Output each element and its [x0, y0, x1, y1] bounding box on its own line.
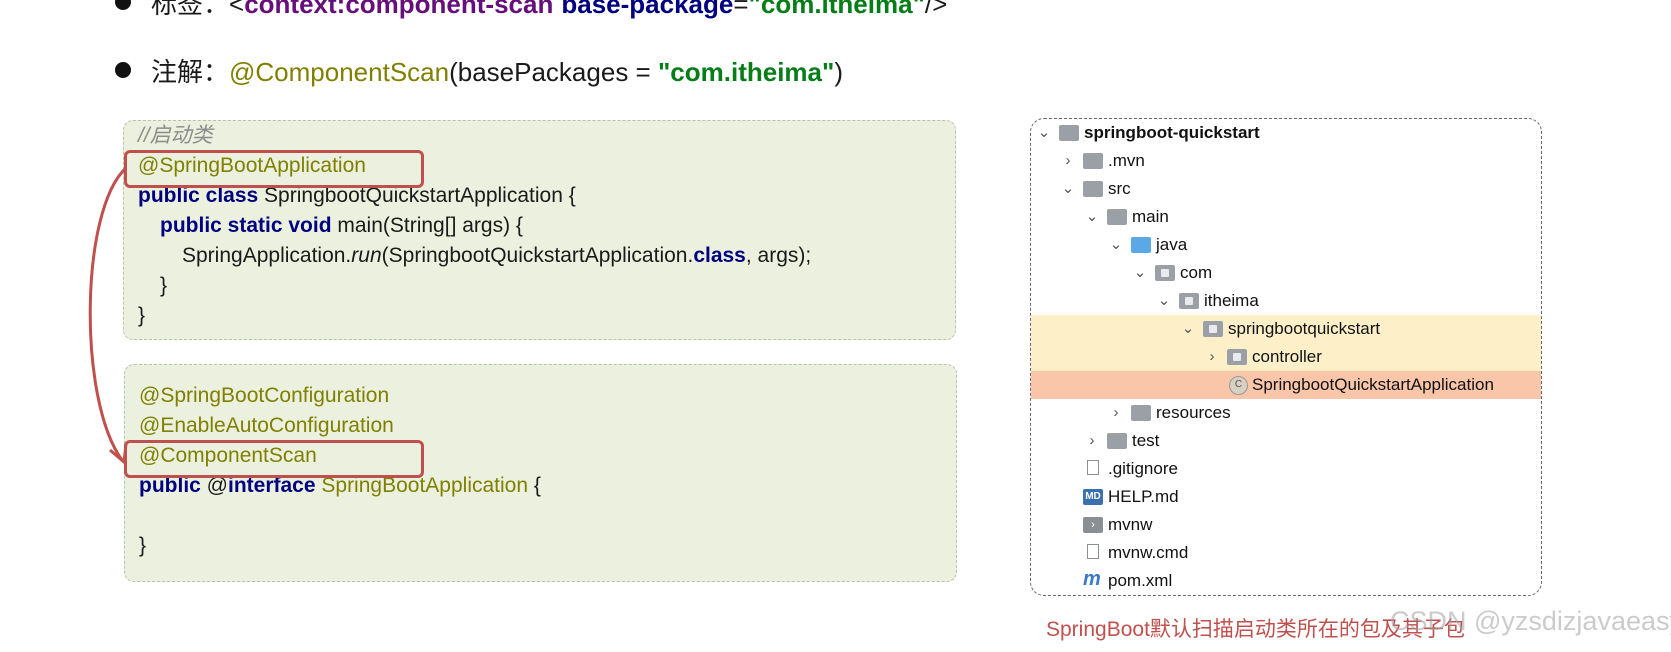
- tag-config-line: 标签： < context:component-scan base-packag…: [115, 0, 947, 21]
- folder-icon: [1107, 209, 1127, 225]
- watermark-text: CSDN @yzsdizjavaeasy: [1390, 606, 1671, 636]
- tree-label: SpringbootQuickstartApplication: [1252, 375, 1494, 394]
- chevron-down-icon[interactable]: ⌄: [1181, 315, 1195, 343]
- tree-label: com: [1180, 263, 1213, 282]
- tag-attr: base-package: [561, 0, 734, 19]
- chevron-right-icon[interactable]: ›: [1205, 343, 1219, 371]
- package-icon: [1203, 321, 1223, 337]
- chevron-down-icon[interactable]: ⌄: [1109, 231, 1123, 259]
- tree-row-resources[interactable]: › resources: [1031, 399, 1541, 427]
- tree-label: pom.xml: [1108, 571, 1173, 590]
- interface-close-brace: }: [139, 534, 147, 557]
- springbootconfiguration-annotation: @SpringBootConfiguration: [139, 384, 390, 407]
- tree-row-springbootquickstart[interactable]: ⌄ springbootquickstart: [1031, 315, 1541, 343]
- chevron-down-icon[interactable]: ⌄: [1037, 119, 1051, 147]
- tree-label: resources: [1156, 403, 1231, 422]
- tree-label: HELP.md: [1108, 487, 1179, 506]
- bullet-icon: [115, 62, 131, 78]
- tag-value: "com.itheima": [748, 0, 925, 19]
- bullet-icon: [115, 0, 131, 10]
- folder-icon: [1083, 153, 1103, 169]
- chevron-down-icon[interactable]: ⌄: [1061, 175, 1075, 203]
- annotation-config-line: 注解： @ComponentScan (basePackages = "com.…: [115, 52, 843, 89]
- package-icon: [1155, 265, 1175, 281]
- tag-label: 标签：: [151, 0, 230, 19]
- chevron-right-icon[interactable]: ›: [1109, 399, 1123, 427]
- tree-row-src[interactable]: ⌄ src: [1031, 175, 1541, 203]
- tree-row-help-md[interactable]: MD HELP.md: [1031, 483, 1541, 511]
- tree-row-com[interactable]: ⌄ com: [1031, 259, 1541, 287]
- package-icon: [1227, 349, 1247, 365]
- tree-row-pom-xml[interactable]: m pom.xml: [1031, 567, 1541, 595]
- maven-icon: m: [1083, 568, 1101, 590]
- chevron-down-icon[interactable]: ⌄: [1157, 287, 1171, 315]
- tree-label: .mvn: [1108, 151, 1145, 170]
- tag-open: <: [229, 0, 245, 19]
- tree-label: .gitignore: [1108, 459, 1178, 478]
- tree-label: mvnw: [1108, 515, 1153, 534]
- tree-row-main[interactable]: ⌄ main: [1031, 203, 1541, 231]
- tree-label: test: [1132, 431, 1160, 450]
- tree-label: java: [1156, 235, 1188, 254]
- chevron-right-icon[interactable]: ›: [1061, 147, 1075, 175]
- tag-close: />: [924, 0, 948, 19]
- folder-icon: [1107, 433, 1127, 449]
- spring-class-icon: C: [1229, 376, 1248, 395]
- tree-row-mvnw-cmd[interactable]: mvnw.cmd: [1031, 539, 1541, 567]
- componentscan-annotation: @ComponentScan: [229, 57, 450, 87]
- annotation-args-open: (basePackages =: [449, 57, 658, 87]
- enableautoconfiguration-annotation: @EnableAutoConfiguration: [139, 414, 394, 437]
- tree-label: mvnw.cmd: [1108, 543, 1189, 562]
- annotation-label: 注解：: [151, 57, 230, 87]
- chevron-down-icon[interactable]: ⌄: [1085, 203, 1099, 231]
- springbootapplication-highlight-box: [124, 150, 424, 188]
- folder-icon: [1083, 181, 1103, 197]
- tree-label: itheima: [1204, 291, 1259, 310]
- tree-label: controller: [1252, 347, 1322, 366]
- tree-label: src: [1108, 179, 1131, 198]
- code-comment: //启动类: [138, 124, 213, 147]
- tree-row-test[interactable]: › test: [1031, 427, 1541, 455]
- gitignore-icon: [1087, 460, 1099, 475]
- chevron-right-icon[interactable]: ›: [1085, 427, 1099, 455]
- tag-eq: =: [733, 0, 749, 19]
- tree-row-springboot-quickstart[interactable]: ⌄ springboot-quickstart: [1031, 119, 1541, 147]
- tree-label: springbootquickstart: [1228, 319, 1381, 338]
- tree-row-gitignore[interactable]: .gitignore: [1031, 455, 1541, 483]
- tag-name: context:component-scan: [244, 0, 554, 19]
- tree-row-controller[interactable]: › controller: [1031, 343, 1541, 371]
- shell-script-icon: ›: [1083, 517, 1103, 533]
- tree-row-mvn[interactable]: › .mvn: [1031, 147, 1541, 175]
- text-file-icon: [1087, 544, 1099, 559]
- annotation-args-close: ): [834, 57, 843, 87]
- markdown-icon: MD: [1083, 489, 1103, 505]
- method-close-brace: }: [160, 274, 168, 297]
- package-icon: [1179, 293, 1199, 309]
- componentscan-highlight-box: [124, 440, 424, 478]
- run-call-line: SpringApplication.run(SpringbootQuicksta…: [182, 244, 812, 267]
- tree-label: springboot-quickstart: [1084, 123, 1260, 142]
- tree-row-mvnw[interactable]: › mvnw: [1031, 511, 1541, 539]
- link-arrow: [88, 166, 128, 465]
- module-folder-icon: [1059, 125, 1079, 141]
- tree-label: main: [1132, 207, 1169, 226]
- chevron-down-icon[interactable]: ⌄: [1133, 259, 1147, 287]
- tree-row-itheima[interactable]: ⌄ itheima: [1031, 287, 1541, 315]
- project-tree-panel: ⌄ springboot-quickstart › .mvn ⌄ src ⌄ m…: [1030, 118, 1542, 596]
- source-folder-icon: [1131, 237, 1151, 253]
- tree-row-java[interactable]: ⌄ java: [1031, 231, 1541, 259]
- annotation-value: "com.itheima": [657, 57, 835, 87]
- tree-row-springbootquickstartapplication[interactable]: C SpringbootQuickstartApplication: [1031, 371, 1541, 399]
- main-method-line: public static void main(String[] args) {: [160, 214, 523, 237]
- resources-folder-icon: [1131, 405, 1151, 421]
